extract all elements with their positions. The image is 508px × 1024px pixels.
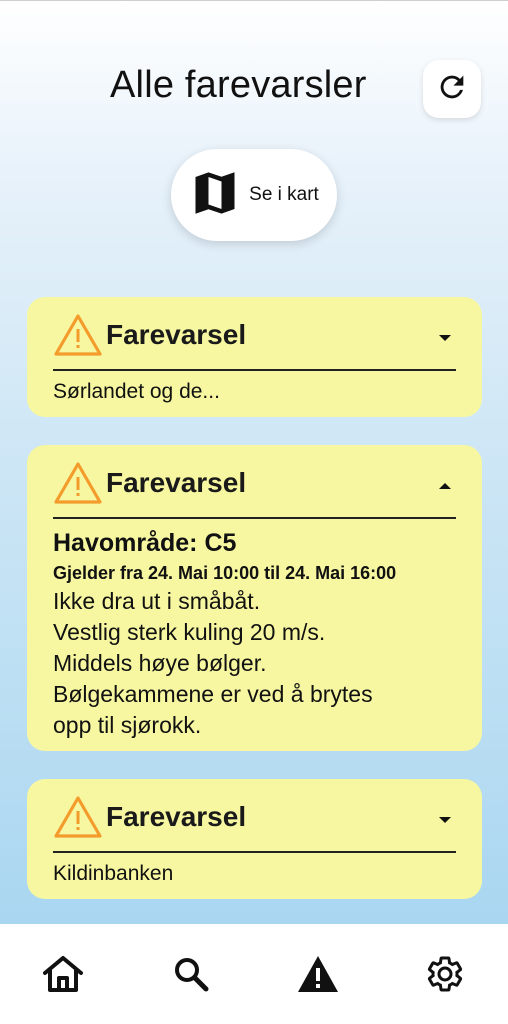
warning-divider [53, 517, 456, 519]
warning-summary: Kildinbanken [53, 862, 174, 885]
search-icon [172, 955, 210, 998]
warning-triangle-icon [53, 795, 103, 844]
nav-search-button[interactable] [169, 954, 213, 998]
chevron-up-icon[interactable] [438, 477, 452, 495]
warning-card-header[interactable]: Farevarsel [53, 779, 456, 851]
warning-area: Havområde: C5 [53, 529, 237, 557]
warning-title: Farevarsel [106, 319, 247, 350]
warning-card[interactable]: Farevarsel Havområde: C5 Gjelder fra 24.… [27, 445, 482, 751]
description-line: Middels høye bølger. [53, 650, 267, 676]
warning-title: Farevarsel [106, 467, 247, 498]
description-line: Bølgekammene er ved å brytes [53, 681, 373, 707]
chevron-down-icon[interactable] [438, 329, 452, 347]
view-map-label: Se i kart [249, 184, 319, 205]
page-title: Alle farevarsler [110, 64, 367, 106]
refresh-button[interactable] [423, 60, 481, 118]
refresh-icon [435, 70, 469, 109]
top-border [0, 0, 508, 1]
nav-home-button[interactable] [41, 954, 85, 998]
nav-warnings-button[interactable] [296, 954, 340, 998]
chevron-down-icon[interactable] [438, 811, 452, 829]
warning-triangle-icon [53, 461, 103, 510]
settings-icon [425, 954, 465, 999]
warning-card-header[interactable]: Farevarsel [53, 297, 456, 369]
view-map-button[interactable]: Se i kart [171, 149, 337, 241]
bottom-navigation [0, 924, 508, 1024]
warning-card[interactable]: Farevarsel Kildinbanken [27, 779, 482, 899]
description-line: Ikke dra ut i småbåt. [53, 588, 261, 614]
warning-title: Farevarsel [106, 801, 247, 832]
nav-settings-button[interactable] [423, 954, 467, 998]
description-line: Vestlig sterk kuling 20 m/s. [53, 619, 326, 645]
warning-card[interactable]: Farevarsel Sørlandet og de... [27, 297, 482, 417]
warning-valid-period: Gjelder fra 24. Mai 10:00 til 24. Mai 16… [53, 563, 397, 583]
warning-card-header[interactable]: Farevarsel [53, 445, 456, 517]
warning-description: Ikke dra ut i småbåt. Vestlig sterk kuli… [53, 586, 456, 741]
map-icon [189, 167, 241, 224]
description-line: opp til sjørokk. [53, 712, 202, 738]
home-icon [41, 954, 85, 999]
warning-triangle-icon [53, 313, 103, 362]
warning-summary: Sørlandet og de... [53, 380, 220, 403]
warning-icon [296, 954, 340, 999]
